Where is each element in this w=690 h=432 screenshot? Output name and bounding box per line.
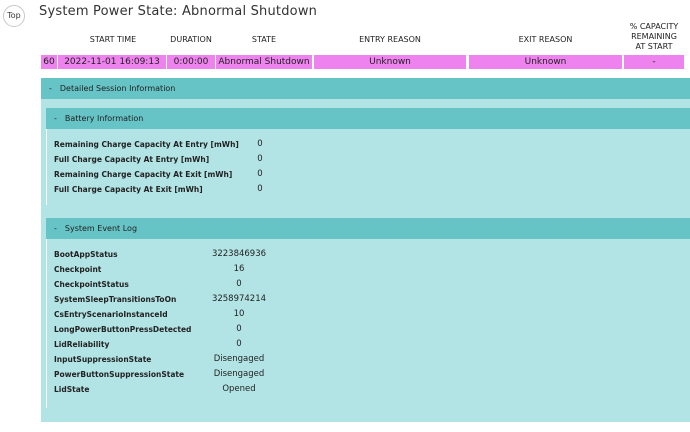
- battery-information-title: Battery Information: [64, 114, 144, 123]
- row-exit-reason: Unknown: [469, 55, 622, 69]
- event-label-bootappstatus: BootAppStatus: [54, 250, 118, 259]
- column-header-entry-reason: ENTRY REASON: [359, 34, 421, 44]
- event-value-systemsleeptransitions: 3258974214: [211, 294, 267, 304]
- capacity-header-line-2: REMAINING: [631, 32, 677, 41]
- capacity-header-line-1: % CAPACITY: [629, 22, 679, 31]
- row-duration: 0:00:00: [167, 55, 215, 69]
- page-title: System Power State: Abnormal Shutdown: [39, 4, 318, 19]
- event-label-csentryscenario: CsEntryScenarioInstanceId: [54, 310, 168, 319]
- battery-value-remaining-entry: 0: [257, 139, 263, 149]
- battery-label-remaining-entry: Remaining Charge Capacity At Entry [mWh]: [54, 140, 239, 149]
- event-label-inputsuppression: InputSuppressionState: [54, 355, 152, 364]
- row-capacity: -: [624, 55, 684, 69]
- event-value-inputsuppression: Disengaged: [213, 354, 265, 364]
- battery-value-full-exit: 0: [257, 184, 263, 194]
- row-start-time: 2022-11-01 16:09:13: [58, 55, 166, 69]
- capacity-header-line-3: AT START: [635, 42, 673, 51]
- event-value-checkpointstatus: 0: [236, 279, 242, 289]
- event-value-lidstate: Opened: [222, 384, 256, 394]
- column-header-exit-reason: EXIT REASON: [518, 34, 573, 44]
- event-label-longpowerbutton: LongPowerButtonPressDetected: [54, 325, 192, 334]
- event-value-longpowerbutton: 0: [236, 324, 242, 334]
- battery-value-full-entry: 0: [257, 154, 263, 164]
- detailed-session-title: Detailed Session Information: [59, 84, 176, 93]
- battery-collapse-toggle[interactable]: -: [54, 114, 57, 123]
- event-label-lidreliability: LidReliability: [54, 340, 110, 349]
- event-value-powerbuttonsuppression: Disengaged: [213, 369, 265, 379]
- column-header-state: STATE: [251, 34, 277, 44]
- system-event-log-title: System Event Log: [64, 224, 138, 233]
- event-label-checkpoint: Checkpoint: [54, 265, 102, 274]
- collapse-toggle[interactable]: -: [49, 84, 52, 93]
- column-header-capacity: % CAPACITY REMAINING AT START: [624, 20, 684, 54]
- system-event-log-header[interactable]: - System Event Log: [46, 218, 690, 239]
- event-value-checkpoint: 16: [233, 264, 245, 274]
- battery-information-header[interactable]: - Battery Information: [46, 108, 690, 129]
- row-state: Abnormal Shutdown: [216, 55, 312, 69]
- event-label-lidstate: LidState: [54, 385, 90, 394]
- top-button[interactable]: Top: [3, 5, 25, 27]
- column-header-start-time: START TIME: [89, 34, 137, 44]
- battery-value-remaining-exit: 0: [257, 169, 263, 179]
- event-label-systemsleeptransitions: SystemSleepTransitionsToOn: [54, 295, 177, 304]
- event-value-bootappstatus: 3223846936: [211, 249, 267, 259]
- event-log-collapse-toggle[interactable]: -: [54, 224, 57, 233]
- event-value-csentryscenario: 10: [233, 309, 245, 319]
- row-entry-reason: Unknown: [314, 55, 466, 69]
- event-label-powerbuttonsuppression: PowerButtonSuppressionState: [54, 370, 185, 379]
- detailed-session-header[interactable]: - Detailed Session Information: [41, 78, 690, 99]
- battery-label-full-entry: Full Charge Capacity At Entry [mWh]: [54, 155, 210, 164]
- column-header-duration: DURATION: [170, 34, 212, 44]
- battery-label-full-exit: Full Charge Capacity At Exit [mWh]: [54, 185, 203, 194]
- event-value-lidreliability: 0: [236, 339, 242, 349]
- battery-label-remaining-exit: Remaining Charge Capacity At Exit [mWh]: [54, 170, 233, 179]
- event-label-checkpointstatus: CheckpointStatus: [54, 280, 129, 289]
- row-index: 60: [41, 55, 57, 69]
